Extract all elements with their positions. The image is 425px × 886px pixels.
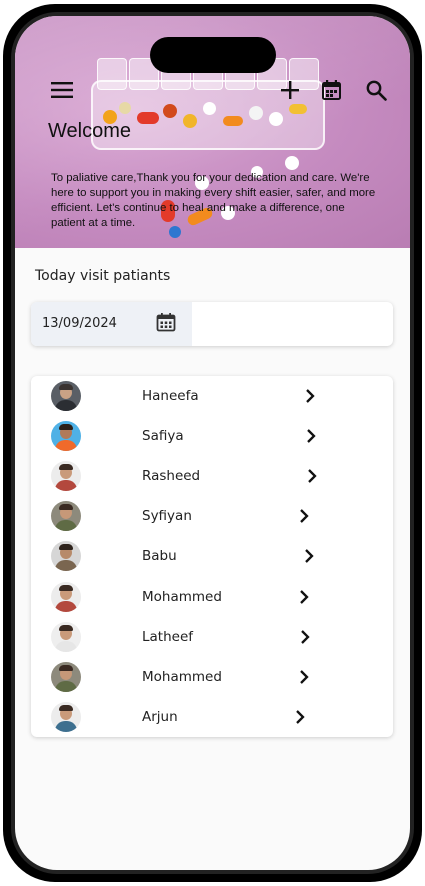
patient-row[interactable]: Rasheed (31, 456, 393, 496)
date-picker-card: 13/09/2024 (31, 302, 393, 346)
chevron-right-icon[interactable] (296, 669, 312, 685)
patient-name: Safiya (142, 428, 184, 444)
date-field[interactable]: 13/09/2024 (31, 302, 192, 346)
patient-name: Mohammed (142, 589, 222, 605)
dynamic-island (150, 37, 276, 73)
patient-name: Latheef (142, 629, 194, 645)
chevron-right-icon[interactable] (303, 428, 319, 444)
chevron-right-icon[interactable] (296, 589, 312, 605)
device-frame: Welcome To paliative care,Thank you for … (3, 4, 422, 882)
patient-row[interactable]: Arjun (31, 697, 393, 737)
patient-row[interactable]: Haneefa (31, 376, 393, 416)
patient-avatar (51, 381, 81, 411)
add-icon[interactable] (276, 76, 304, 104)
patient-name: Mohammed (142, 669, 222, 685)
patient-avatar (51, 461, 81, 491)
patient-list: Haneefa Safiya Rasheed Syfiyan Babu Moha… (31, 376, 393, 737)
patient-avatar (51, 622, 81, 652)
patient-row[interactable]: Mohammed (31, 657, 393, 697)
patient-name: Arjun (142, 709, 178, 725)
patient-avatar (51, 421, 81, 451)
patient-row[interactable]: Latheef (31, 617, 393, 657)
search-icon[interactable] (362, 76, 390, 104)
patient-name: Rasheed (142, 468, 201, 484)
patient-row[interactable]: Mohammed (31, 577, 393, 617)
patient-row[interactable]: Syfiyan (31, 496, 393, 536)
visits-section-title: Today visit patiants (35, 268, 171, 284)
menu-icon[interactable] (48, 76, 76, 104)
calendar-icon[interactable] (317, 76, 345, 104)
chevron-right-icon[interactable] (296, 508, 312, 524)
patient-name: Syfiyan (142, 508, 192, 524)
patient-avatar (51, 501, 81, 531)
patient-row[interactable]: Safiya (31, 416, 393, 456)
patient-name: Haneefa (142, 388, 199, 404)
chevron-right-icon[interactable] (302, 388, 318, 404)
patient-avatar (51, 541, 81, 571)
app-screen: Welcome To paliative care,Thank you for … (15, 16, 410, 870)
device-bezel: Welcome To paliative care,Thank you for … (11, 12, 414, 874)
date-picker-calendar-icon[interactable] (156, 312, 180, 336)
patient-avatar (51, 662, 81, 692)
chevron-right-icon[interactable] (301, 548, 317, 564)
patient-row[interactable]: Babu (31, 536, 393, 576)
chevron-right-icon[interactable] (292, 709, 308, 725)
patient-name: Babu (142, 548, 177, 564)
chevron-right-icon[interactable] (304, 468, 320, 484)
patient-avatar (51, 702, 81, 732)
welcome-heading: Welcome (48, 120, 131, 142)
chevron-right-icon[interactable] (297, 629, 313, 645)
patient-avatar (51, 582, 81, 612)
date-value: 13/09/2024 (42, 316, 117, 331)
welcome-message: To paliative care,Thank you for your ded… (51, 172, 376, 229)
